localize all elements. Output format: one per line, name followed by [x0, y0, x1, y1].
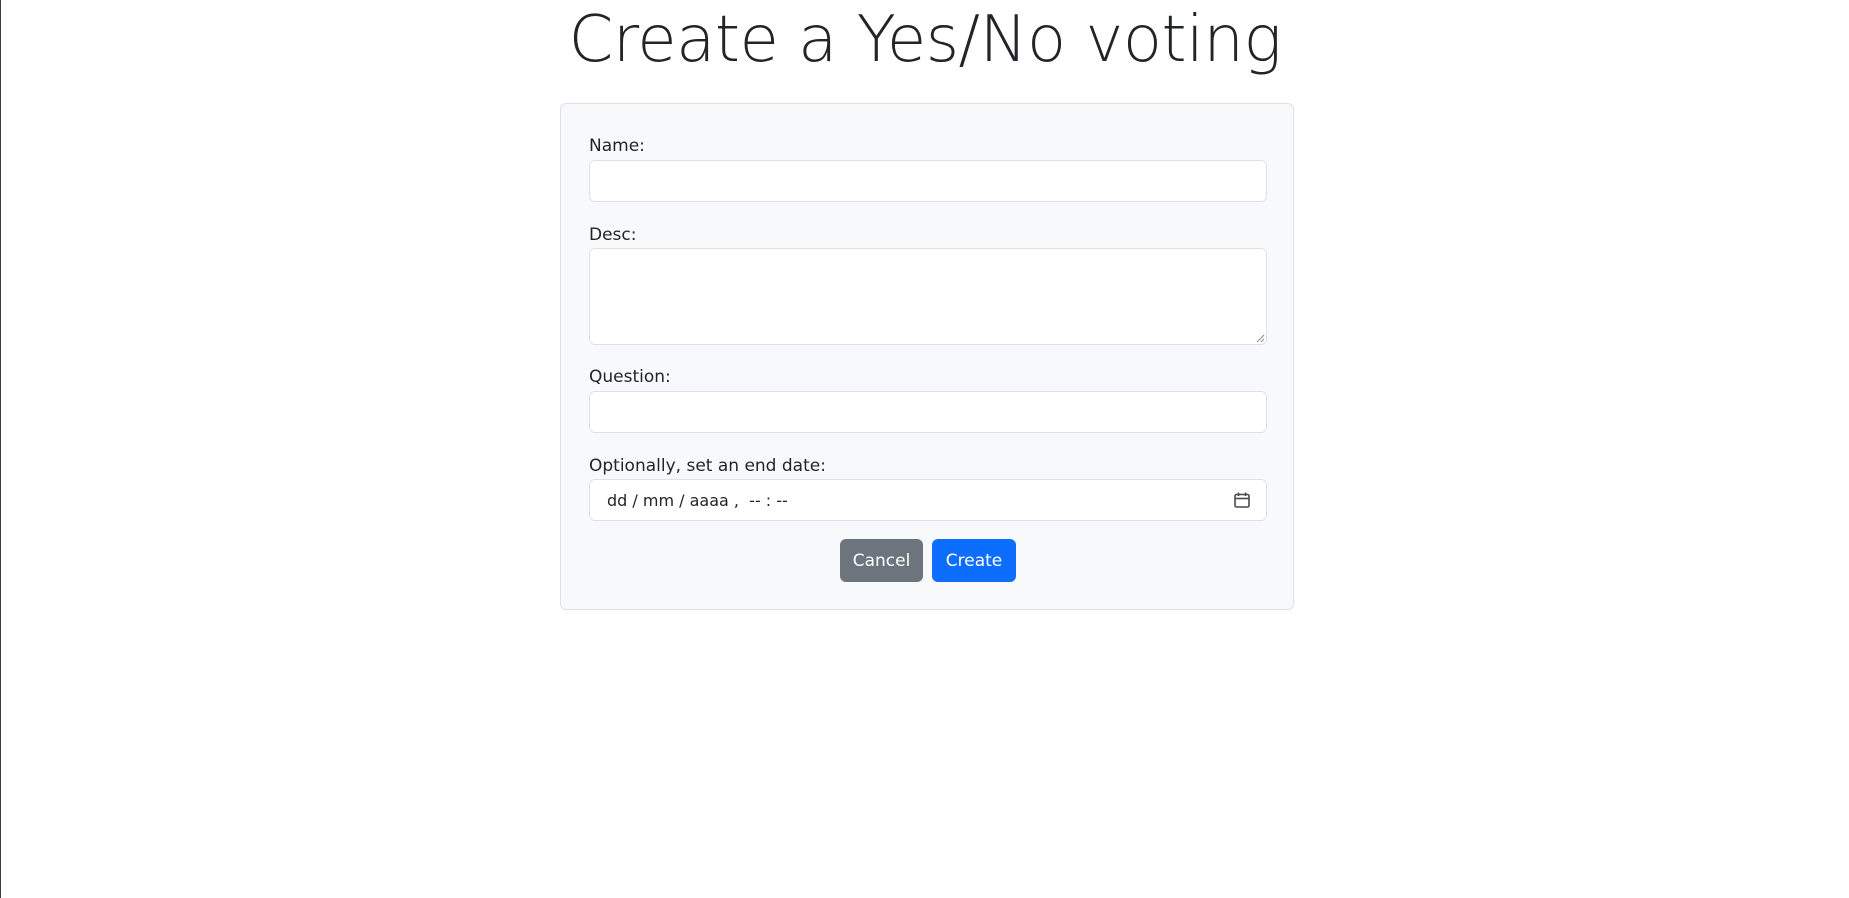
cancel-button[interactable]: Cancel: [840, 539, 923, 582]
voting-form-card: Name: Desc: Question: Optionally, set an…: [560, 103, 1294, 610]
question-input[interactable]: [589, 391, 1267, 433]
end-date-placeholder: dd / mm / aaaa , -- : --: [607, 490, 788, 510]
page: Create a Yes/No voting Name: Desc: Quest…: [0, 0, 1849, 898]
desc-textarea[interactable]: [589, 248, 1267, 345]
name-label: Name:: [589, 136, 645, 156]
end-date-label: Optionally, set an end date:: [589, 456, 826, 476]
end-date-input[interactable]: dd / mm / aaaa , -- : --: [589, 479, 1267, 521]
create-button[interactable]: Create: [932, 539, 1016, 582]
name-input[interactable]: [589, 160, 1267, 202]
desc-label: Desc:: [589, 225, 637, 245]
page-title: Create a Yes/No voting: [568, 3, 1282, 77]
question-label: Question:: [589, 367, 671, 387]
calendar-icon[interactable]: [1232, 490, 1252, 510]
